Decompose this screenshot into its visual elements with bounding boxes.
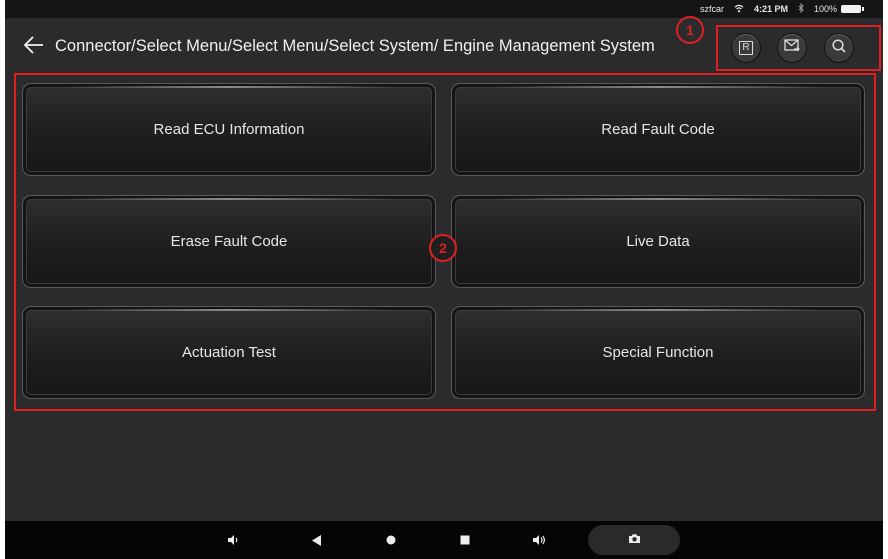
button-label: Actuation Test	[182, 344, 276, 361]
home-circle-icon[interactable]	[381, 530, 401, 550]
status-bar: szfcar 4:21 PM 100%	[5, 0, 883, 18]
screenshot-button[interactable]	[588, 525, 680, 555]
mail-icon	[784, 39, 800, 57]
button-label: Special Function	[602, 344, 714, 361]
carrier-label: szfcar	[699, 4, 724, 14]
report-button[interactable]: R	[731, 33, 761, 63]
button-label: Read ECU Information	[153, 121, 305, 138]
report-icon: R	[739, 41, 753, 55]
time-label: 4:21 PM	[753, 4, 788, 14]
erase-fault-code-button[interactable]: Erase Fault Code	[22, 195, 436, 288]
device-screen: szfcar 4:21 PM 100% Connector/Select Men…	[5, 0, 883, 559]
read-fault-code-button[interactable]: Read Fault Code	[451, 83, 865, 176]
search-button[interactable]	[824, 33, 854, 63]
special-function-button[interactable]: Special Function	[451, 306, 865, 399]
wifi-icon	[734, 4, 744, 15]
camera-icon	[628, 531, 641, 549]
recents-square-icon[interactable]	[455, 530, 475, 550]
button-label: Live Data	[626, 233, 690, 250]
bluetooth-icon	[798, 2, 804, 15]
read-ecu-information-button[interactable]: Read ECU Information	[22, 83, 436, 176]
back-triangle-icon[interactable]	[307, 530, 327, 550]
mail-button[interactable]	[777, 33, 807, 63]
battery-label: 100%	[813, 4, 837, 14]
live-data-button[interactable]: Live Data	[451, 195, 865, 288]
breadcrumb: Connector/Select Menu/Select Menu/Select…	[55, 37, 655, 55]
battery-icon	[841, 5, 864, 13]
button-label: Erase Fault Code	[170, 233, 288, 250]
navigation-bar	[5, 521, 883, 559]
annotation-marker-1: 1	[676, 16, 704, 44]
actuation-test-button[interactable]: Actuation Test	[22, 306, 436, 399]
button-label: Read Fault Code	[601, 121, 715, 138]
annotation-marker-2: 2	[429, 234, 457, 262]
search-icon	[832, 38, 846, 58]
volume-up-icon[interactable]	[529, 530, 549, 550]
battery-status: 100%	[813, 4, 864, 14]
back-arrow-icon[interactable]	[23, 34, 45, 56]
volume-down-icon[interactable]	[223, 530, 243, 550]
